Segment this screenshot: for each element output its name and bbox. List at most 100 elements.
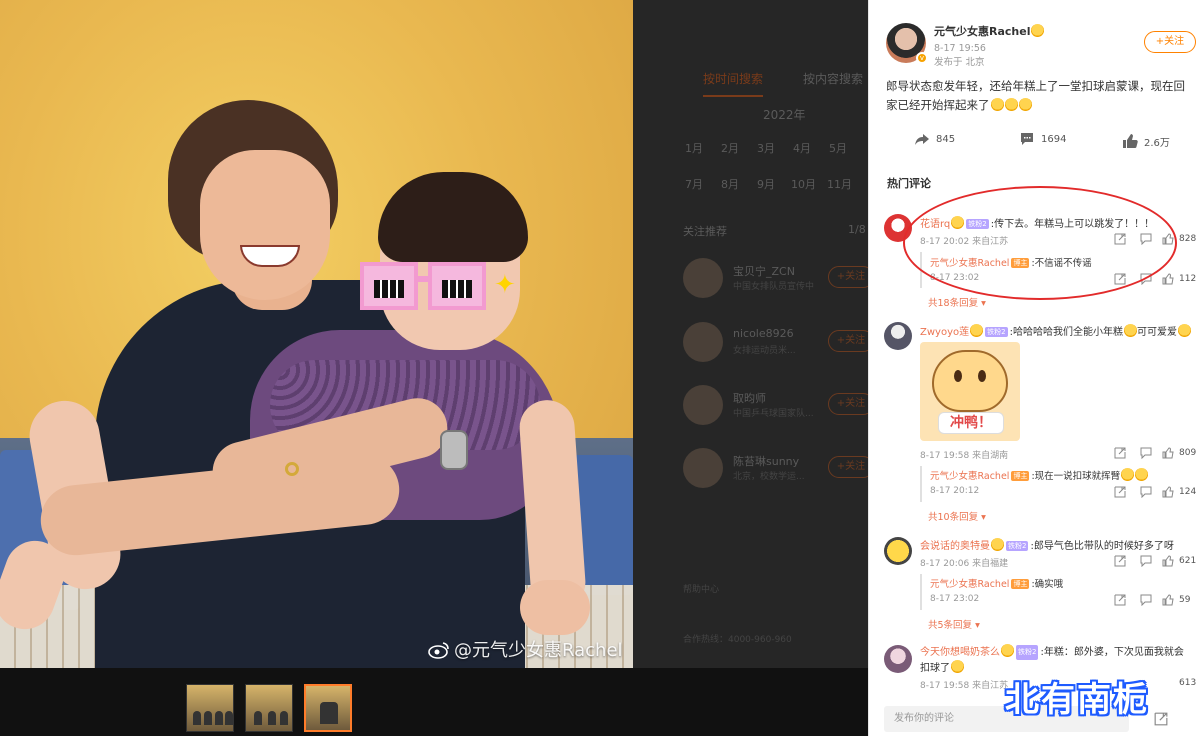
reply-icon[interactable] [1140,594,1152,606]
post-time[interactable]: 8-17 19:56 [934,43,986,54]
thumbnail-3[interactable] [304,684,352,732]
comment-text: 花语rq 铁粉2:传下去。年糕马上可以跳发了！！！ [920,215,1154,230]
comment-like-button[interactable]: 613 [1179,678,1196,688]
follow-button[interactable]: +关注 [1144,31,1196,53]
emoji-icon [951,660,964,673]
month-9[interactable]: 9月 [757,176,775,192]
sparkle-sticker: ✦ [494,270,516,300]
commenter-avatar[interactable] [884,645,912,673]
reply-icon[interactable] [1140,486,1152,498]
more-replies-link[interactable]: 共18条回复 ▾ [928,295,986,309]
recommend-follow-button[interactable]: +关注 [828,330,868,352]
laugh-emoji-icon [1004,98,1018,111]
month-7[interactable]: 7月 [685,176,703,192]
ring [285,462,299,476]
thumbs-up-icon [1162,594,1174,606]
recommend-follow-button[interactable]: +关注 [828,456,868,478]
comment-like-button[interactable]: 809 [1162,447,1196,459]
tab-search-by-time[interactable]: 按时间搜索 [703,70,764,97]
recommend-avatar[interactable] [683,385,723,425]
post-stats: 845 1694 2.6万 [869,131,1200,151]
commenter-avatar[interactable] [884,214,912,242]
recommend-follow-button[interactable]: +关注 [828,266,868,288]
repost-icon[interactable] [1154,712,1168,726]
reply-author-name[interactable]: 元气少女惠Rachel [930,258,1009,269]
comment-like-count: 809 [1179,448,1197,458]
thumbs-up-icon [1162,233,1174,245]
thumbnail-1[interactable] [186,684,234,732]
fan-badge: 铁粉2 [966,219,989,229]
reply-like-button[interactable]: 124 [1162,486,1196,498]
thumbnail-strip [0,668,868,736]
recommend-desc: 北京，校数学运... [733,472,805,482]
sticker-text: 冲鸭！ [938,412,1004,434]
month-4[interactable]: 4月 [793,140,811,156]
reply-actions [1114,594,1152,606]
comment-like-button[interactable]: 621 [1162,555,1196,567]
month-5[interactable]: 5月 [829,140,847,156]
month-1[interactable]: 1月 [685,140,703,156]
reply-icon[interactable] [1140,555,1152,567]
recommend-avatar[interactable] [683,258,723,298]
footer-help[interactable]: 帮助中心 [683,582,719,595]
commenter-name[interactable]: 今天你想喝奶茶么 [920,647,1000,658]
sticker-image[interactable]: 冲鸭！ [920,342,1020,441]
month-2[interactable]: 2月 [721,140,739,156]
author-name[interactable]: 元气少女惠Rachel [934,23,1045,39]
reply-icon[interactable] [1140,233,1152,245]
recommend-follow-button[interactable]: +关注 [828,393,868,415]
reply-meta: 8-17 23:02 [930,273,980,283]
commenter-avatar[interactable] [884,537,912,565]
emoji-icon [1135,468,1149,481]
comment-button[interactable]: 1694 [1019,131,1066,147]
repost-icon[interactable] [1114,555,1126,567]
reply-icon[interactable] [1140,273,1152,285]
more-replies-link[interactable]: 共5条回复 ▾ [928,617,980,631]
repost-icon[interactable] [1114,447,1126,459]
month-3[interactable]: 3月 [757,140,775,156]
recommend-name[interactable]: 宝贝宁_ZCN [733,263,795,279]
reply-author-name[interactable]: 元气少女惠Rachel [930,471,1009,482]
reply-like-button[interactable]: 59 [1162,594,1190,606]
commenter-avatar[interactable] [884,322,912,350]
share-count: 845 [936,133,956,145]
month-10[interactable]: 10月 [791,176,816,192]
bracelet [440,430,468,470]
more-replies-link[interactable]: 共10条回复 ▾ [928,509,986,523]
thumbs-up-icon [1162,555,1174,567]
reply-author-name[interactable]: 元气少女惠Rachel [930,579,1009,590]
hot-comments-title: 热门评论 [887,177,931,190]
repost-icon[interactable] [1114,233,1126,245]
year-label[interactable]: 2022年 [763,106,806,123]
commenter-name[interactable]: 会说话的奥特曼 [920,541,990,552]
thumbs-up-icon [1162,447,1174,459]
repost-icon[interactable] [1114,273,1126,285]
repost-icon[interactable] [1114,486,1126,498]
like-button[interactable]: 2.6万 [1122,133,1170,149]
commenter-name[interactable]: Zwyoyo莲 [920,327,969,338]
recommend-title: 关注推荐 [683,225,727,238]
emoji-icon [1031,24,1045,37]
comment-actions [1114,447,1152,459]
month-8[interactable]: 8月 [721,176,739,192]
reply-text: :不信谣不传谣 [1031,258,1092,269]
tab-search-by-content[interactable]: 按内容搜索 [803,70,863,87]
comment-like-button[interactable]: 828 [1162,233,1196,245]
share-button[interactable]: 845 [914,131,955,147]
reply-like-button[interactable]: 112 [1162,273,1196,285]
thumbs-up-icon [1162,486,1174,498]
reply-icon[interactable] [1140,447,1152,459]
main-photo[interactable]: ✦ @元气少女惠Rachel [0,0,633,668]
emoji-icon [1121,468,1135,481]
recommend-avatar[interactable] [683,322,723,362]
thumbnail-2[interactable] [245,684,293,732]
recommend-avatar[interactable] [683,448,723,488]
recommend-name[interactable]: nicole8926 [733,327,794,340]
recommend-name[interactable]: 取昀师 [733,390,766,406]
repost-icon[interactable] [1114,594,1126,606]
recommend-name[interactable]: 陈苔琳sunny [733,453,799,469]
reply-actions [1114,273,1152,285]
month-11[interactable]: 11月 [827,176,852,192]
commenter-name[interactable]: 花语rq [920,219,950,230]
reply-like-count: 112 [1179,274,1197,284]
